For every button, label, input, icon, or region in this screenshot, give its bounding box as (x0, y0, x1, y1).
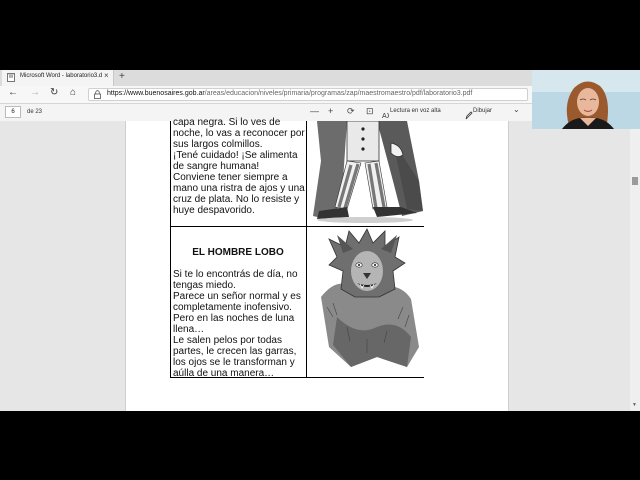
rotate-button[interactable]: ⟳ (347, 106, 355, 117)
text-line: cruz de plata. No lo resiste y (173, 194, 300, 205)
svg-text:A: A (382, 113, 387, 120)
text-line: mano una ristra de ajos y una (173, 183, 305, 194)
text-line: capa negra. Si lo ves de (173, 117, 281, 128)
back-button[interactable]: ← (8, 87, 18, 98)
text-line: partes, le crecen las garras, (173, 346, 297, 357)
read-aloud-button[interactable]: Lectura en voz alta (390, 108, 441, 114)
new-tab-button[interactable]: + (119, 71, 125, 82)
draw-button[interactable]: Dibujar (473, 108, 492, 114)
zoom-out-button[interactable]: — (310, 106, 319, 116)
webcam-overlay (532, 70, 640, 129)
text-line: huye despavorido. (173, 205, 255, 216)
fit-page-button[interactable]: ⊡ (366, 106, 374, 117)
text-line: Si te lo encontrás de día, no (173, 269, 298, 280)
werewolf-illustration (307, 227, 424, 377)
tab-title: Microsoft Word - laboratorio3.d (20, 73, 103, 79)
text-line: Parece un señor normal y es (173, 291, 301, 302)
chevron-down-icon[interactable]: ⌄ (513, 105, 520, 114)
text-line: aúlla de una manera… (173, 368, 275, 379)
text-line: noche, lo vas a reconocer por (173, 128, 305, 139)
text-line: llena… (173, 324, 205, 335)
page-number-input[interactable]: 6 (5, 106, 21, 118)
text-line: sus largos colmillos. (173, 139, 263, 150)
vertical-scrollbar[interactable] (630, 121, 640, 411)
text-line: tengas miedo. (173, 280, 236, 291)
text-line: Conviene tener siempre a (173, 172, 288, 183)
page-count: de 23 (27, 109, 43, 115)
text-line: ¡Tené cuidado! ¡Se alimenta (173, 150, 298, 161)
url-host: https://www.buenosaires.gob.ar (107, 90, 205, 97)
text-line: Le salen pelos por todas (173, 335, 282, 346)
zoom-in-button[interactable]: + (328, 106, 333, 116)
doc-icon: W (7, 73, 15, 82)
reload-button[interactable]: ↻ (50, 87, 58, 98)
forward-button[interactable]: → (30, 87, 40, 98)
scroll-down-icon[interactable]: ▼ (632, 402, 637, 408)
home-button[interactable]: ⌂ (70, 87, 76, 98)
url-path: /areas/educacion/niveles/primaria/progra… (204, 90, 473, 97)
url-text[interactable]: https://www.buenosaires.gob.ar/areas/edu… (107, 90, 472, 97)
close-icon[interactable]: × (104, 71, 109, 80)
vampire-illustration (307, 121, 424, 226)
text-line: Pero en las noches de luna (173, 313, 295, 324)
text-line: de sangre humana! (173, 161, 260, 172)
lock-icon[interactable] (94, 88, 101, 101)
scroll-thumb[interactable] (632, 177, 638, 185)
vampire-description: capa negra. Si lo ves de noche, lo vas a… (173, 117, 305, 216)
text-line: completamente inofensivo. (173, 302, 292, 313)
text-line: los ojos se le transforman y (173, 357, 295, 368)
werewolf-title: EL HOMBRE LOBO (192, 247, 284, 258)
werewolf-description: Si te lo encontrás de día, no tengas mie… (173, 269, 305, 379)
